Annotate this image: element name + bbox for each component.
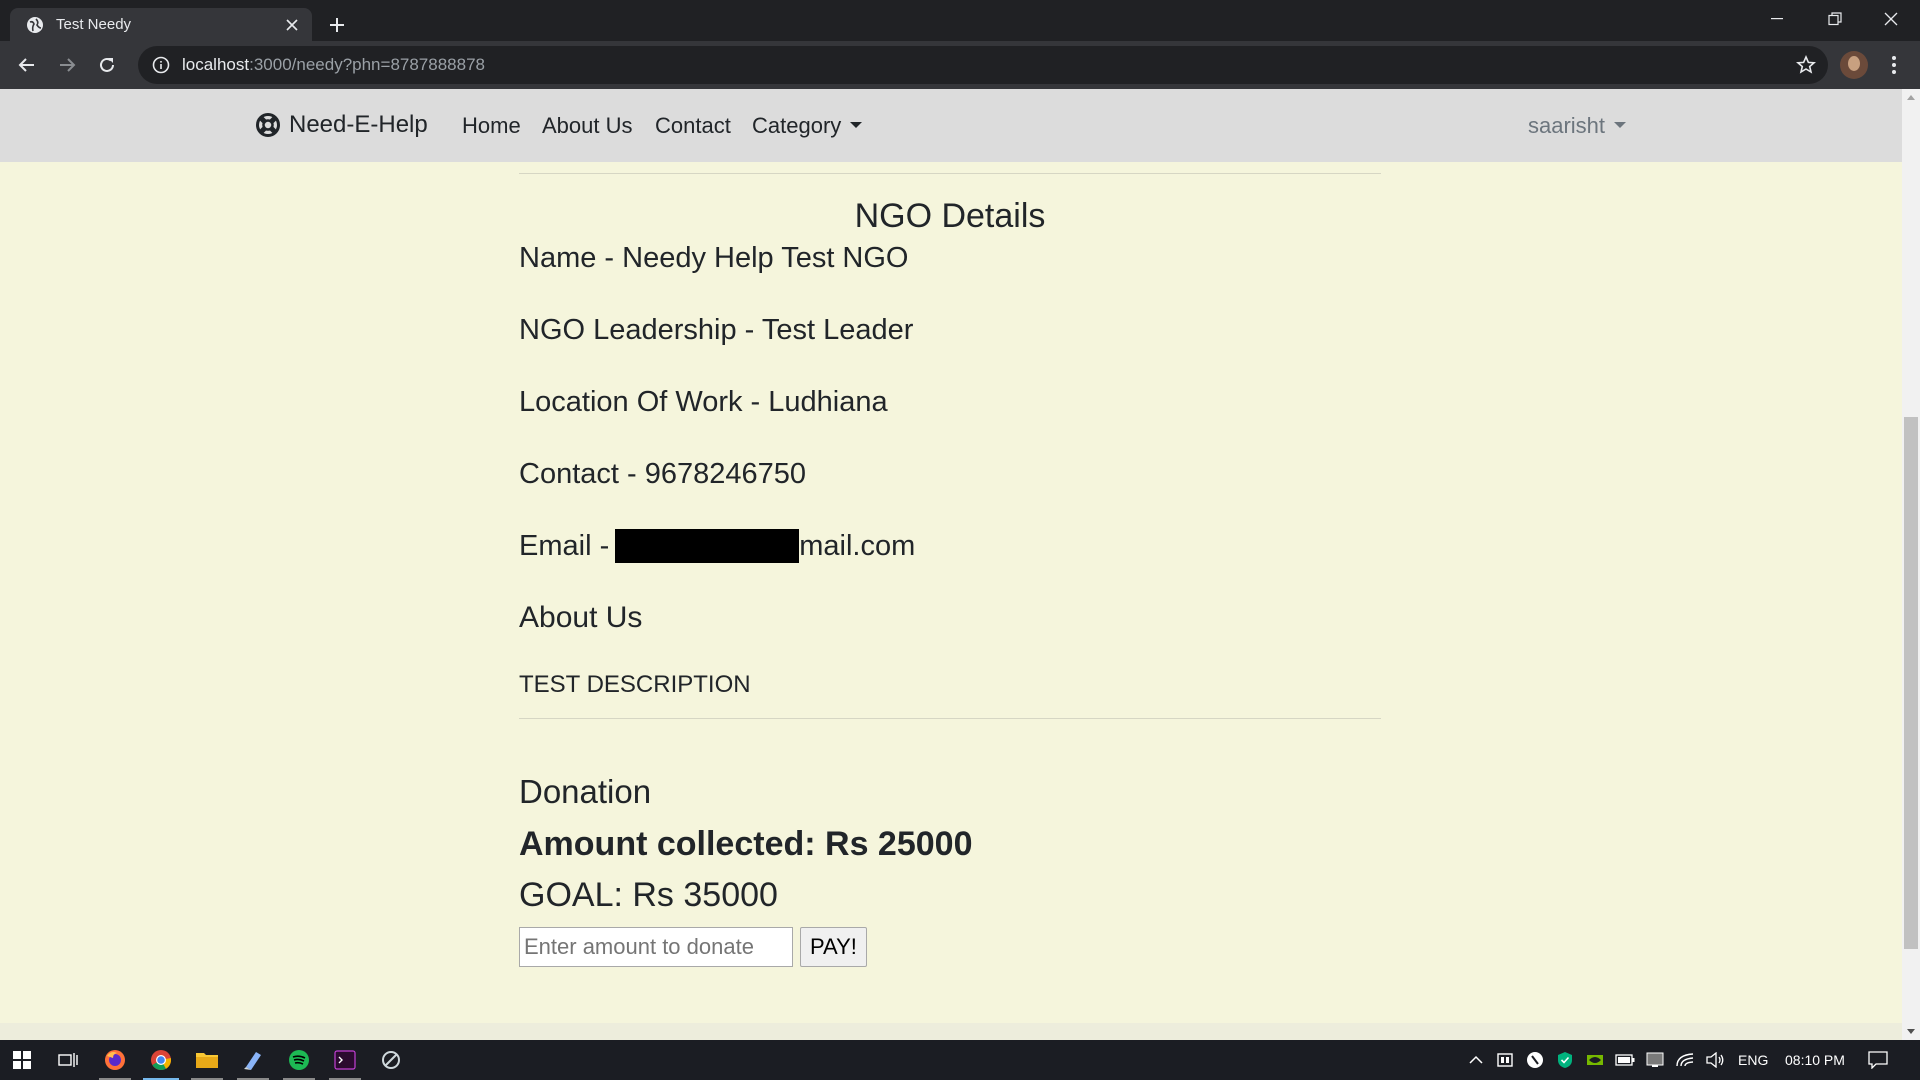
- wifi-icon[interactable]: [1675, 1050, 1695, 1070]
- battery-icon[interactable]: [1615, 1050, 1635, 1070]
- profile-avatar[interactable]: [1840, 51, 1868, 79]
- dev-tool-icon[interactable]: [369, 1040, 413, 1080]
- amount-collected: Amount collected: Rs 25000: [519, 825, 973, 863]
- firefox-icon[interactable]: [93, 1040, 137, 1080]
- new-tab-icon[interactable]: [322, 10, 352, 40]
- site-navbar: Need-E-Help Home About Us Contact Catego…: [0, 89, 1902, 162]
- nav-about-us[interactable]: About Us: [542, 113, 633, 139]
- redacted-block: [615, 529, 800, 563]
- browser-toolbar: localhost:3000/needy?phn=8787888878: [0, 41, 1920, 89]
- email-label: Email -: [519, 530, 610, 562]
- windows-taskbar: ENG 08:10 PM: [0, 1040, 1920, 1080]
- notifications-icon[interactable]: [1868, 1050, 1888, 1070]
- about-us-heading: About Us: [519, 601, 643, 634]
- ngo-email: Email - mail.com: [519, 529, 1381, 563]
- donation-goal: GOAL: Rs 35000: [519, 876, 778, 914]
- scrollbar-thumb[interactable]: [1904, 417, 1918, 949]
- user-name: saarisht: [1528, 113, 1606, 138]
- chevron-up-icon[interactable]: [1466, 1050, 1486, 1070]
- bookmark-star-icon[interactable]: [1796, 55, 1816, 75]
- page-scrollbar[interactable]: [1902, 89, 1920, 1040]
- ngo-contact: Contact - 9678246750: [519, 458, 806, 490]
- donation-heading: Donation: [519, 773, 652, 810]
- task-view-icon[interactable]: [46, 1040, 90, 1080]
- browser-tabstrip: Test Needy: [0, 0, 1920, 41]
- user-menu-dropdown[interactable]: saarisht: [1528, 113, 1627, 139]
- notes-app-icon[interactable]: [231, 1040, 275, 1080]
- file-explorer-icon[interactable]: [185, 1040, 229, 1080]
- meet-now-icon[interactable]: [1495, 1050, 1515, 1070]
- donation-amount-input[interactable]: [519, 927, 793, 967]
- nav-category-dropdown[interactable]: Category: [752, 113, 863, 139]
- restore-icon[interactable]: [1806, 0, 1864, 38]
- browser-tab[interactable]: Test Needy: [10, 8, 312, 41]
- page-footer-strip: [0, 1023, 1902, 1040]
- caret-down-icon: [850, 122, 863, 129]
- nav-contact[interactable]: Contact: [655, 113, 731, 139]
- brand-name: Need-E-Help: [289, 111, 428, 138]
- address-bar[interactable]: localhost:3000/needy?phn=8787888878: [138, 46, 1828, 84]
- caret-down-icon: [1614, 122, 1627, 129]
- close-tab-icon[interactable]: [282, 15, 302, 35]
- site-info-icon[interactable]: [152, 56, 170, 74]
- ngo-name: Name - Needy Help Test NGO: [519, 242, 909, 274]
- category-label: Category: [752, 113, 842, 138]
- ngo-details-heading: NGO Details: [854, 197, 1046, 235]
- pay-button[interactable]: PAY!: [800, 927, 867, 967]
- donate-form: PAY!: [519, 927, 1381, 967]
- ngo-leadership: NGO Leadership - Test Leader: [519, 314, 914, 346]
- back-arrow-icon[interactable]: [12, 50, 42, 80]
- globe-icon: [26, 16, 44, 34]
- email-domain: mail.com: [799, 530, 916, 562]
- terminal-icon[interactable]: [323, 1040, 367, 1080]
- life-ring-icon: [255, 112, 281, 138]
- brand-link[interactable]: Need-E-Help: [255, 111, 428, 139]
- minimize-icon[interactable]: [1748, 0, 1806, 38]
- url-text: localhost:3000/needy?phn=8787888878: [182, 55, 485, 74]
- nvidia-icon[interactable]: [1585, 1050, 1605, 1070]
- top-divider: [519, 173, 1381, 174]
- scroll-up-arrow-icon[interactable]: [1907, 95, 1915, 100]
- forward-arrow-icon[interactable]: [52, 50, 82, 80]
- chrome-icon[interactable]: [139, 1040, 183, 1080]
- ngo-location: Location Of Work - Ludhiana: [519, 386, 888, 418]
- tab-title: Test Needy: [56, 16, 132, 33]
- nav-home[interactable]: Home: [462, 113, 521, 139]
- security-shield-icon[interactable]: [1555, 1050, 1575, 1070]
- page-viewport: Need-E-Help Home About Us Contact Catego…: [0, 89, 1902, 1040]
- sync-app-icon[interactable]: [1525, 1050, 1545, 1070]
- spotify-icon[interactable]: [277, 1040, 321, 1080]
- ngo-details-section: NGO Details Name - Needy Help Test NGO N…: [519, 173, 1381, 967]
- close-window-icon[interactable]: [1862, 0, 1920, 38]
- reload-icon[interactable]: [92, 50, 122, 80]
- language-indicator[interactable]: ENG: [1738, 1052, 1768, 1068]
- volume-icon[interactable]: [1705, 1050, 1725, 1070]
- about-description: TEST DESCRIPTION: [519, 671, 751, 698]
- display-icon[interactable]: [1645, 1050, 1665, 1070]
- section-divider: [519, 718, 1381, 719]
- browser-menu-icon[interactable]: [1882, 51, 1906, 79]
- scroll-down-arrow-icon[interactable]: [1907, 1029, 1915, 1034]
- windows-start-icon[interactable]: [0, 1040, 44, 1080]
- clock[interactable]: 08:10 PM: [1785, 1052, 1845, 1068]
